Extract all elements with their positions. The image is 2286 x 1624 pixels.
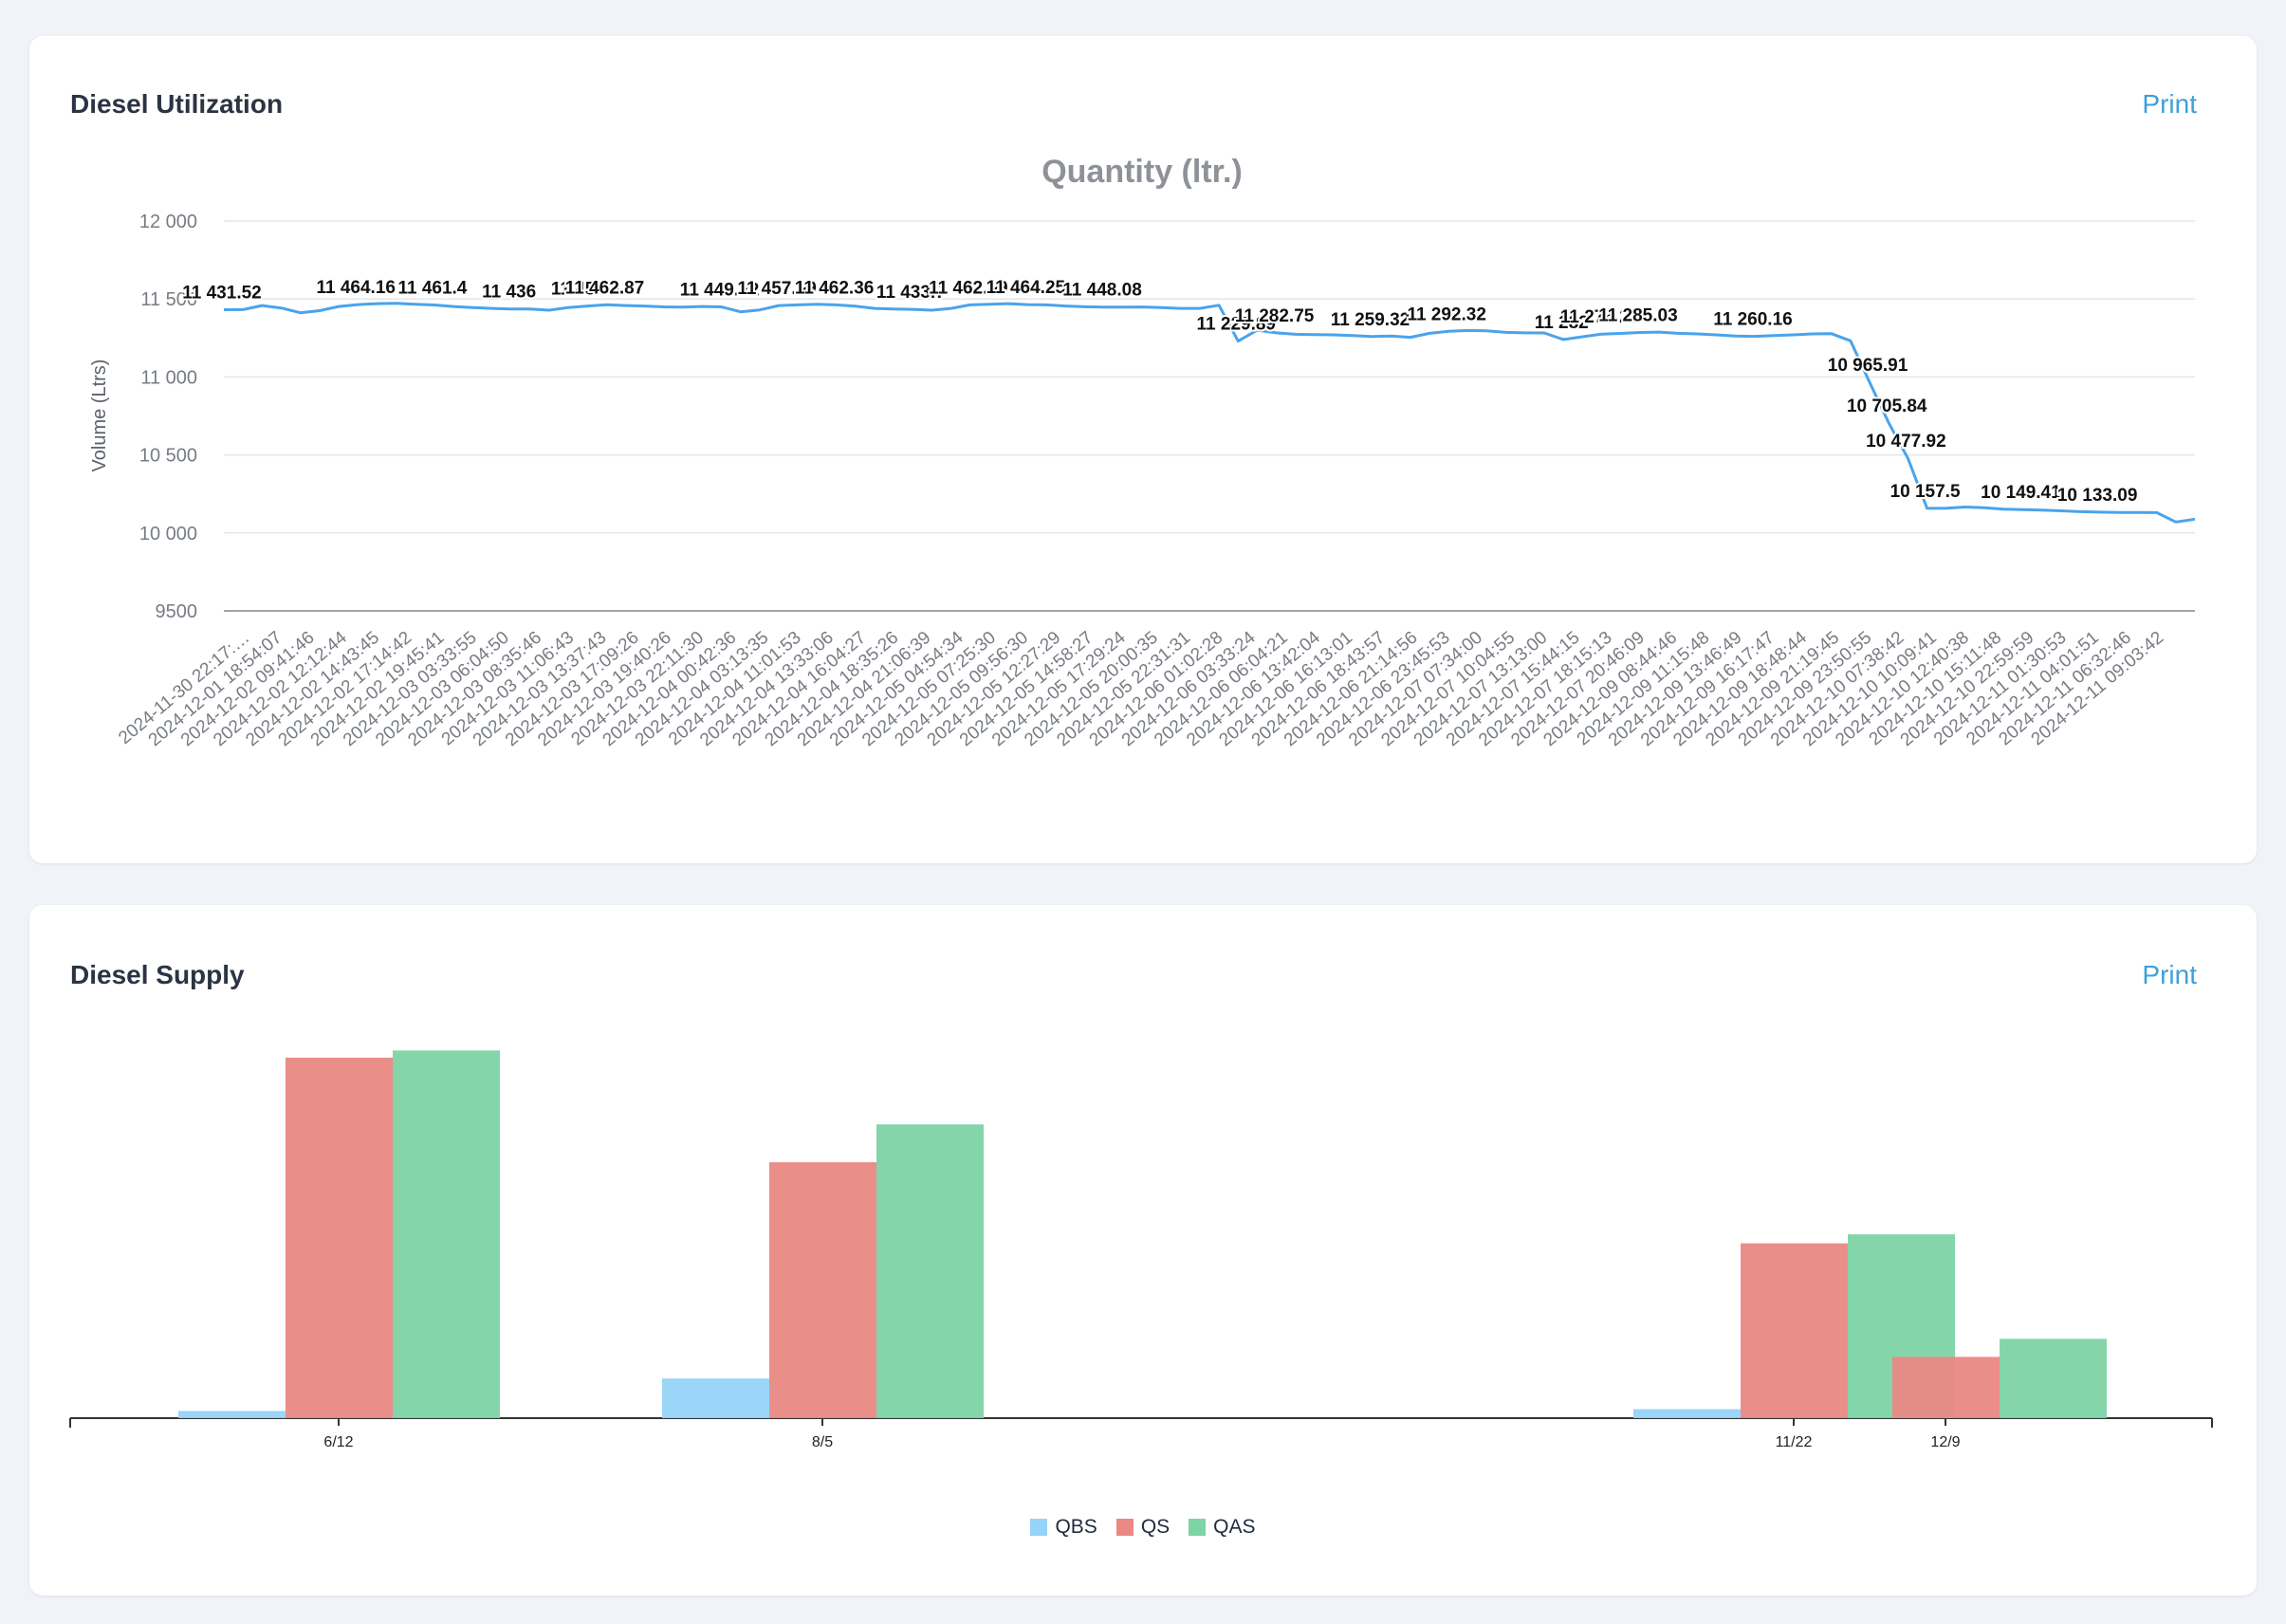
data-label: 10 149.41 <box>1981 483 2061 503</box>
qs-bar <box>769 1162 876 1418</box>
data-label: 10 477.92 <box>1866 432 1946 452</box>
data-label: 11 462.87 <box>565 278 644 298</box>
y-tick-label: 11 000 <box>140 367 197 388</box>
data-label: 11 431.52 <box>182 283 261 303</box>
diesel-utilization-card: Diesel Utilization Print Quantity (ltr.)… <box>29 36 2257 863</box>
data-label: 11 448.08 <box>1062 281 1141 301</box>
data-label: 11 259.32 <box>1331 310 1410 330</box>
chart-legend: QBS QS QAS <box>29 1516 2257 1539</box>
data-label: 11 461.4 <box>397 279 467 299</box>
utilization-line-chart: Quantity (ltr.) Volume (Ltrs) 9500 10 000… <box>89 154 2196 750</box>
qs-bar <box>1892 1356 2000 1418</box>
data-label: 11 282.75 <box>1235 306 1315 326</box>
supply-bar-chart: 6/12 8/5 11/22 12/9 <box>69 1050 2213 1450</box>
qbs-bar <box>178 1411 286 1418</box>
y-tick-label: 9500 <box>156 601 198 622</box>
data-label: 11 462.36 <box>795 278 874 298</box>
y-tick-label: 10 500 <box>139 446 197 467</box>
legend-label: QBS <box>1055 1516 1097 1538</box>
data-label: 11 292.32 <box>1407 304 1485 324</box>
qas-swatch <box>1189 1519 1207 1536</box>
data-label: 11 436 <box>482 283 536 303</box>
data-label: 11 260.16 <box>1713 310 1792 330</box>
qs-bar <box>286 1058 393 1418</box>
qas-bar <box>2000 1338 2107 1418</box>
y-tick-label: 12 000 <box>139 212 197 232</box>
qas-bar <box>393 1050 500 1418</box>
legend-label: QS <box>1140 1516 1171 1538</box>
qbs-bar <box>662 1378 769 1418</box>
y-axis-label: Volume (Ltrs) <box>89 360 110 472</box>
legend-label: QAS <box>1213 1516 1256 1538</box>
chart-title: Quantity (ltr.) <box>1042 154 1243 190</box>
x-tick-label: 11/22 <box>1776 1434 1813 1450</box>
x-tick-label: 8/5 <box>812 1434 833 1450</box>
qs-bar <box>1741 1243 1848 1418</box>
qs-swatch <box>1115 1519 1134 1536</box>
diesel-supply-card: Diesel Supply Print 6/12 8/5 11/22 12/9 QBS… <box>29 905 2257 1596</box>
data-label: 11 464.16 <box>316 278 395 298</box>
data-label: 10 157.5 <box>1890 482 1961 502</box>
data-label: 11 464.25 <box>986 278 1066 298</box>
x-tick-label: 6/12 <box>323 1434 353 1450</box>
qbs-swatch <box>1030 1519 1048 1536</box>
data-label: 10 133.09 <box>2057 486 2138 506</box>
legend-item-qbs[interactable]: QBS <box>1030 1516 1097 1539</box>
data-label: 11 285.03 <box>1598 306 1677 326</box>
y-tick-label: 10 000 <box>139 524 197 544</box>
legend-item-qas[interactable]: QAS <box>1189 1516 1256 1539</box>
x-tick-label: 12/9 <box>1930 1434 1960 1450</box>
data-label: 10 965.91 <box>1828 356 1908 376</box>
qas-bar <box>876 1124 984 1418</box>
qbs-bar <box>1633 1409 1741 1418</box>
legend-item-qs[interactable]: QS <box>1115 1516 1171 1539</box>
data-label: 10 705.84 <box>1847 397 1927 416</box>
